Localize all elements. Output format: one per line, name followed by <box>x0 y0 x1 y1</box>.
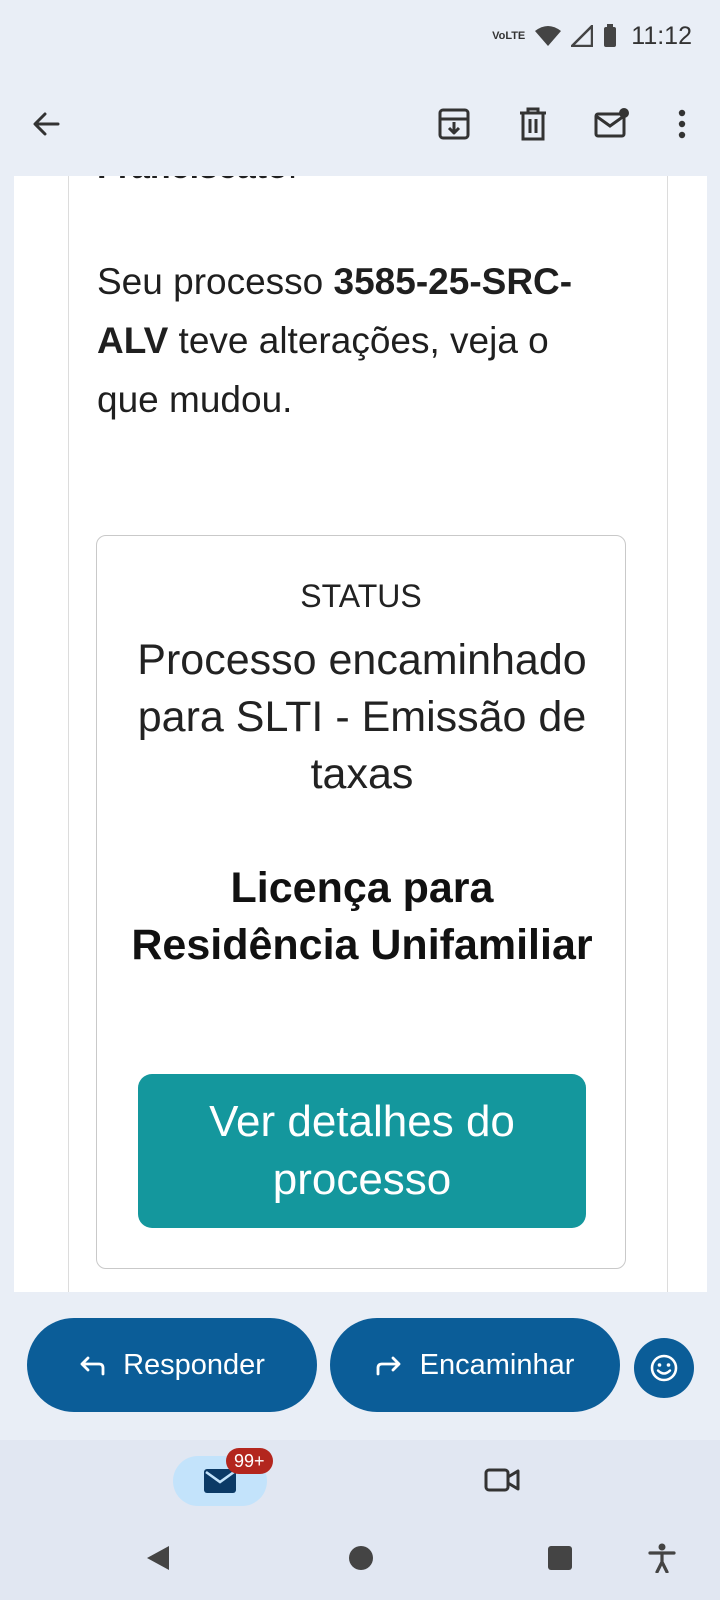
mark-unread-button[interactable] <box>588 100 636 148</box>
delete-button[interactable] <box>509 100 557 148</box>
emoji-smile-icon <box>650 1354 678 1382</box>
archive-button[interactable] <box>430 100 478 148</box>
status-bar: Vo LTE 11:12 <box>0 0 720 72</box>
archive-icon <box>438 108 470 140</box>
videocam-icon <box>484 1468 520 1492</box>
signal-icon <box>571 25 594 47</box>
triangle-back-icon <box>147 1546 169 1570</box>
trash-icon <box>520 107 546 141</box>
status-text: Processo encaminhado para SLTI - Emissão… <box>137 636 587 798</box>
status-card: STATUS Processo encaminhado para SLTI - … <box>96 535 626 1269</box>
system-navigation <box>0 1516 720 1600</box>
accessibility-icon <box>648 1543 676 1573</box>
greeting: Franciscato! <box>97 176 297 187</box>
meet-tab[interactable] <box>478 1458 526 1502</box>
forward-icon <box>376 1356 401 1376</box>
status-label: STATUS <box>300 578 422 614</box>
recipient-name: Franciscato <box>97 176 288 186</box>
more-options-button[interactable] <box>658 100 706 148</box>
reply-button[interactable]: Responder <box>27 1318 317 1412</box>
clock: 11:12 <box>631 21 692 50</box>
wifi-icon <box>535 25 562 47</box>
email-content: Franciscato! Seu processo 3585-25-SRC-AL… <box>14 176 707 1292</box>
email-toolbar <box>0 72 720 176</box>
reply-icon <box>80 1356 105 1376</box>
system-recents-button[interactable] <box>538 1536 582 1580</box>
bottom-navigation: 99+ <box>0 1440 720 1516</box>
back-button[interactable] <box>22 100 70 148</box>
license-type: Licença para Residência Unifamiliar <box>131 864 593 969</box>
volte-icon: Vo LTE <box>492 29 526 42</box>
circle-home-icon <box>349 1546 373 1570</box>
arrow-left-icon <box>33 112 60 136</box>
email-body: Franciscato! Seu processo 3585-25-SRC-AL… <box>68 176 668 1292</box>
action-row: Responder Encaminhar <box>0 1318 720 1414</box>
intro-text: Seu processo 3585-25-SRC-ALV teve altera… <box>97 261 573 420</box>
emoji-reaction-button[interactable] <box>634 1338 694 1398</box>
system-back-button[interactable] <box>136 1536 180 1580</box>
mail-unread-icon <box>594 108 629 138</box>
system-home-button[interactable] <box>339 1536 383 1580</box>
square-recents-icon <box>548 1546 572 1570</box>
forward-button[interactable]: Encaminhar <box>330 1318 620 1412</box>
battery-icon <box>603 24 617 48</box>
unread-badge: 99+ <box>226 1448 273 1474</box>
view-details-button[interactable]: Ver detalhes do processo <box>138 1074 586 1228</box>
more-vert-icon <box>678 109 686 139</box>
accessibility-button[interactable] <box>640 1536 684 1580</box>
